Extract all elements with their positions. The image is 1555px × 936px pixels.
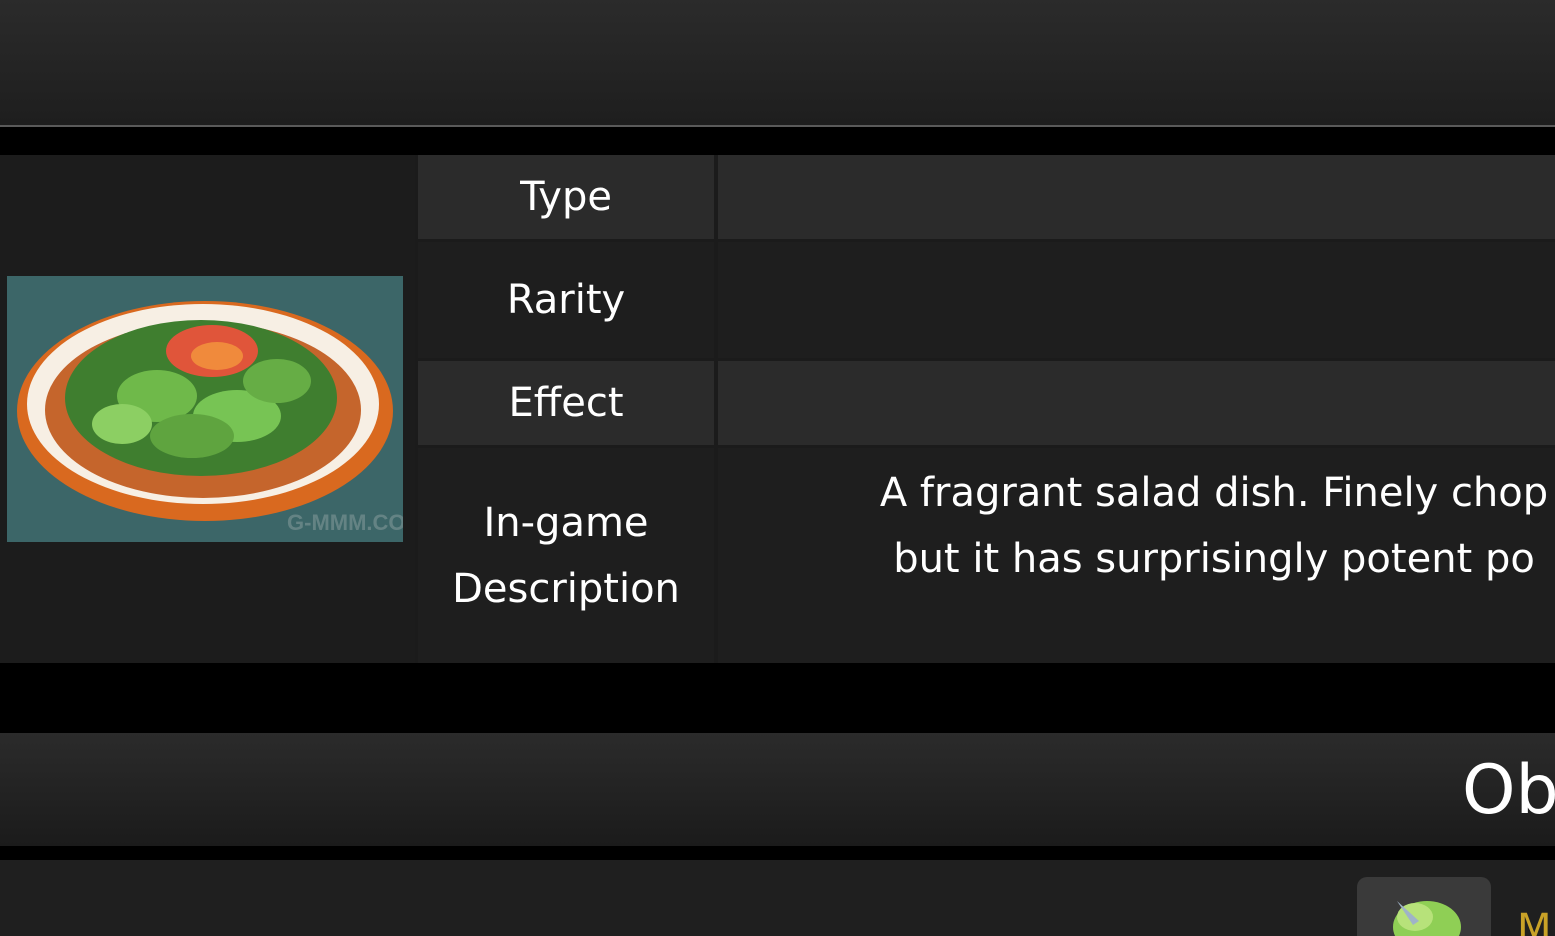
top-bar	[0, 0, 1555, 127]
item-info-table: G-MMM.COM Type Rarity Effect In-game Des…	[0, 155, 1555, 663]
description-value: A fragrant salad dish. Finely chop but i…	[718, 448, 1555, 663]
effect-label: Effect	[418, 361, 714, 445]
image-cell: G-MMM.COM	[0, 155, 415, 663]
section-header: Ob	[0, 733, 1555, 846]
rarity-label: Rarity	[418, 242, 714, 358]
rarity-value	[718, 242, 1555, 358]
ingredient-name-link[interactable]: M	[1517, 906, 1552, 936]
section-title: Ob	[1462, 751, 1555, 830]
effect-value	[718, 361, 1555, 445]
type-label: Type	[418, 155, 714, 239]
type-value	[718, 155, 1555, 239]
svg-text:G-MMM.COM: G-MMM.COM	[287, 510, 403, 535]
description-text: A fragrant salad dish. Finely chop but i…	[879, 470, 1549, 582]
description-label: In-game Description	[418, 448, 714, 663]
ingredient-list: M	[0, 860, 1555, 936]
page: G-MMM.COM Type Rarity Effect In-game Des…	[0, 0, 1555, 936]
description-label-text: In-game Description	[452, 499, 680, 612]
ingredient-icon[interactable]	[1357, 877, 1491, 936]
dish-image: G-MMM.COM	[7, 276, 403, 542]
